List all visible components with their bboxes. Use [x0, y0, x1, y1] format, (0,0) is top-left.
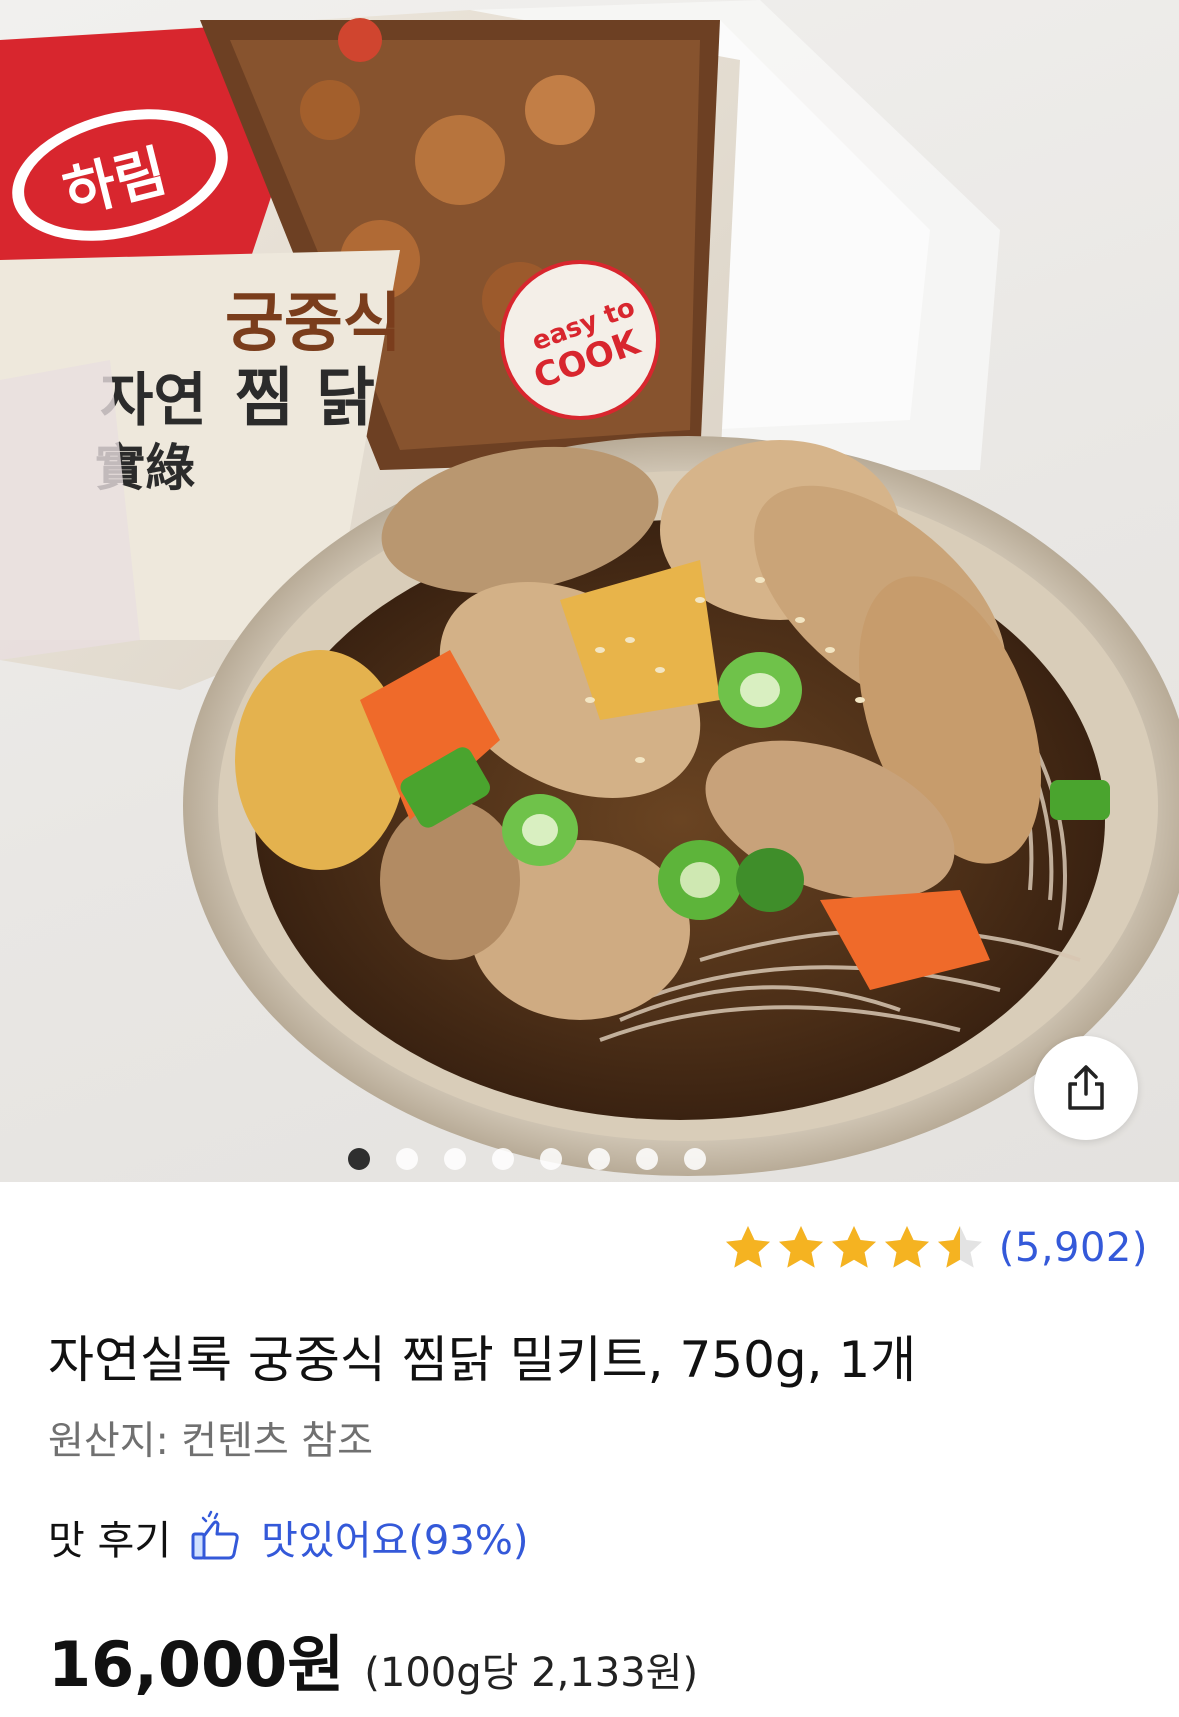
thumbs-up-icon — [191, 1510, 239, 1560]
carousel-dot[interactable] — [539, 1148, 562, 1170]
share-button[interactable] — [1034, 1036, 1138, 1140]
origin-info: 원산지: 컨텐츠 참조 — [48, 1419, 373, 1464]
carousel-dot[interactable] — [683, 1148, 706, 1170]
price-row: 16,000원 (100g당 2,133원) — [48, 1614, 698, 1701]
carousel-dot[interactable] — [491, 1148, 514, 1170]
carousel-dot[interactable] — [635, 1148, 658, 1170]
carousel-dot[interactable] — [347, 1148, 370, 1170]
product-photo: 하림 자연 實綠 궁중식 찜 닭 easy to COOK — [0, 0, 1179, 1176]
taste-review-label: 맛 후기 — [48, 1518, 172, 1564]
star-icon — [778, 1226, 823, 1268]
svg-text:찜 닭: 찜 닭 — [235, 362, 375, 436]
carousel-dot[interactable] — [587, 1148, 610, 1170]
unit-price: (100g당 2,133원) — [364, 1650, 699, 1696]
carousel-dot[interactable] — [395, 1148, 418, 1170]
product-title: 자연실록 궁중식 찜닭 밀키트, 750g, 1개 — [48, 1331, 917, 1389]
share-icon — [1068, 1065, 1104, 1110]
svg-text:궁중식: 궁중식 — [225, 287, 402, 361]
carousel-dot[interactable] — [443, 1148, 466, 1170]
price: 16,000원 — [48, 1628, 345, 1701]
taste-review-row[interactable]: 맛 후기 맛있어요(93%) — [48, 1508, 528, 1566]
star-icon — [831, 1226, 876, 1268]
star-rating — [723, 1223, 985, 1273]
carousel-indicators — [0, 1148, 1179, 1172]
star-icon — [884, 1226, 929, 1268]
star-icon — [725, 1226, 770, 1268]
taste-review-value[interactable]: 맛있어요(93%) — [261, 1508, 528, 1566]
product-image-carousel[interactable]: 하림 자연 實綠 궁중식 찜 닭 easy to COOK — [0, 0, 1179, 1182]
review-count[interactable]: (5,902) — [999, 1225, 1148, 1271]
rating-row[interactable]: (5,902) — [723, 1222, 1148, 1274]
star-icon — [937, 1226, 982, 1268]
